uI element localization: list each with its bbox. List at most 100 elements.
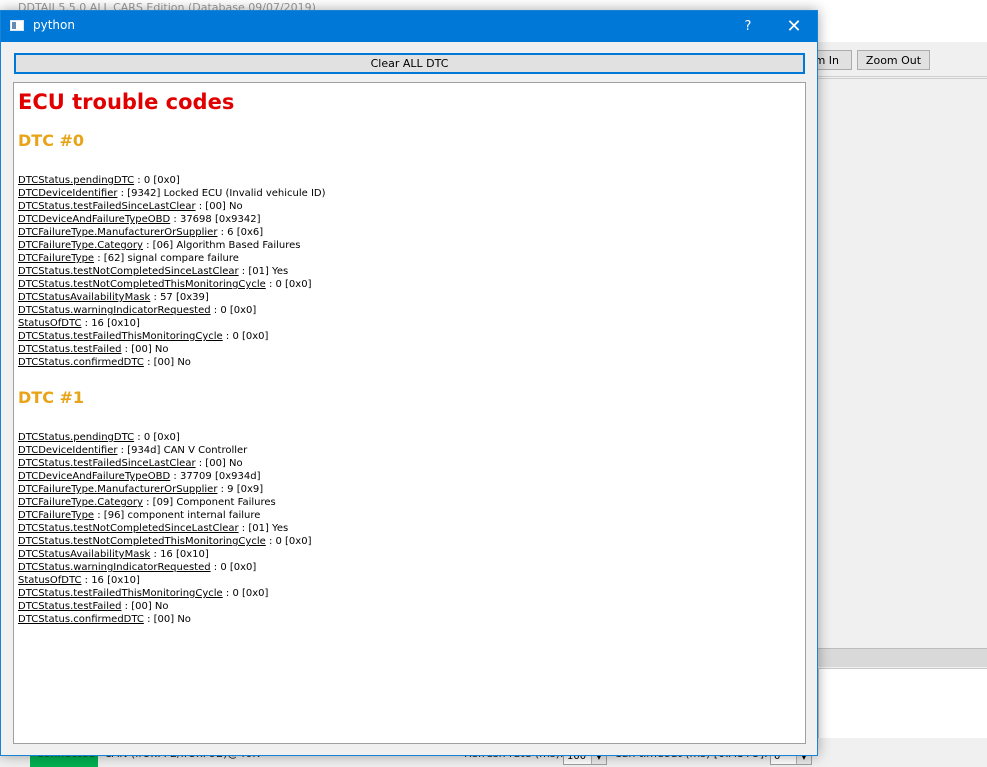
dialog-titlebar[interactable]: python ? ✕ [1,11,817,42]
dtc-field-row: DTCStatusAvailabilityMask : 57 [0x39] [18,291,326,304]
dtc-0-list: DTCStatus.pendingDTC : 0 [0x0] DTCDeviceI… [18,174,326,369]
dtc-field-value: : [96] component internal failure [94,510,261,521]
dtc-field-row: DTCStatus.pendingDTC : 0 [0x0] [18,174,326,187]
dtc-field-link[interactable]: DTCFailureType.ManufacturerOrSupplier [18,484,217,495]
dtc-field-link[interactable]: DTCStatus.testFailedSinceLastClear [18,201,196,212]
dialog-title: python [33,18,75,32]
dtc-field-value: : [01] Yes [238,523,289,534]
dtc-field-link[interactable]: DTCStatus.warningIndicatorRequested [18,562,211,573]
dtc-field-row: DTCStatus.testNotCompletedSinceLastClear… [18,522,311,535]
background-main-panel [818,78,987,647]
dtc-field-value: : 37698 [0x9342] [170,214,261,225]
dtc-field-value: : [00] No [121,344,169,355]
dtc-field-link[interactable]: DTCFailureType [18,253,94,264]
dtc-field-row: StatusOfDTC : 16 [0x10] [18,317,326,330]
dtc-field-value: : [00] No [121,601,169,612]
dtc-field-row: DTCStatus.pendingDTC : 0 [0x0] [18,431,311,444]
dtc-field-link[interactable]: DTCStatus.testFailedThisMonitoringCycle [18,331,223,342]
dtc-field-value: : 16 [0x10] [150,549,209,560]
dtc-field-value: : 0 [0x0] [265,536,312,547]
dtc-field-row: DTCFailureType.Category : [06] Algorithm… [18,239,326,252]
dtc-field-row: DTCStatus.testNotCompletedSinceLastClear… [18,265,326,278]
dtc-field-link[interactable]: DTCStatus.testNotCompletedSinceLastClear [18,266,239,277]
dtc-report-view[interactable]: ECU trouble codes DTC #0 DTCStatus.pendi… [13,82,806,744]
dtc-field-link[interactable]: DTCDeviceIdentifier [18,445,117,456]
dtc-field-link[interactable]: DTCDeviceAndFailureTypeOBD [18,471,170,482]
dtc-field-link[interactable]: DTCStatusAvailabilityMask [18,292,150,303]
dtc-field-link[interactable]: DTCStatus.testFailed [18,601,121,612]
dtc-field-row: DTCDeviceIdentifier : [9342] Locked ECU … [18,187,326,200]
dtc-field-link[interactable]: DTCDeviceIdentifier [18,188,117,199]
help-button[interactable]: ? [725,11,771,42]
dtc-field-row: DTCDeviceIdentifier : [934d] CAN V Contr… [18,444,311,457]
dtc-field-link[interactable]: DTCStatus.testFailedSinceLastClear [18,458,196,469]
dtc-field-row: DTCFailureType : [96] component internal… [18,509,311,522]
dtc-field-value: : [00] No [143,357,191,368]
dtc-field-link[interactable]: DTCStatusAvailabilityMask [18,549,150,560]
dtc-field-row: DTCStatus.testFailedSinceLastClear : [00… [18,457,311,470]
dtc-field-row: DTCStatus.testFailedThisMonitoringCycle … [18,330,326,343]
dtc-field-row: DTCFailureType.ManufacturerOrSupplier : … [18,483,311,496]
dtc-field-row: DTCFailureType.Category : [09] Component… [18,496,311,509]
dtc-field-link[interactable]: DTCStatus.pendingDTC [18,175,134,186]
dtc-field-row: DTCStatus.testFailed : [00] No [18,343,326,356]
dtc-field-row: StatusOfDTC : 16 [0x10] [18,574,311,587]
dtc-field-row: DTCDeviceAndFailureTypeOBD : 37698 [0x93… [18,213,326,226]
dtc-field-link[interactable]: DTCDeviceAndFailureTypeOBD [18,214,170,225]
dtc-field-link[interactable]: DTCFailureType [18,510,94,521]
dtc-field-row: DTCStatus.testFailedThisMonitoringCycle … [18,587,311,600]
dtc-field-value: : [06] Algorithm Based Failures [142,240,301,251]
dtc-field-row: DTCStatus.confirmedDTC : [00] No [18,356,326,369]
dtc-field-row: DTCStatus.testNotCompletedThisMonitoring… [18,278,326,291]
dtc-field-row: DTCFailureType : [62] signal compare fai… [18,252,326,265]
dtc-field-value: : 0 [0x0] [210,562,257,573]
dtc-field-value: : 0 [0x0] [222,588,269,599]
dtc-field-link[interactable]: DTCStatus.confirmedDTC [18,357,144,368]
dtc-field-row: DTCStatus.testFailedSinceLastClear : [00… [18,200,326,213]
dtc-field-link[interactable]: DTCStatus.confirmedDTC [18,614,144,625]
dtc-field-value: : [62] signal compare failure [94,253,239,264]
dtc-field-value: : [00] No [143,614,191,625]
dtc-field-value: : 0 [0x0] [222,331,269,342]
dtc-field-link[interactable]: DTCFailureType.ManufacturerOrSupplier [18,227,217,238]
dtc-field-row: DTCStatus.testFailed : [00] No [18,600,311,613]
zoom-out-button[interactable]: Zoom Out [857,50,930,70]
background-log-area [818,668,987,740]
dtc-field-row: DTCStatus.warningIndicatorRequested : 0 … [18,304,326,317]
close-button[interactable]: ✕ [771,11,817,42]
dtc-field-row: DTCStatus.warningIndicatorRequested : 0 … [18,561,311,574]
background-splitter[interactable] [818,648,987,667]
dtc-field-value: : 16 [0x10] [81,575,140,586]
dtc-field-value: : 6 [0x6] [217,227,264,238]
dtc-1-list: DTCStatus.pendingDTC : 0 [0x0] DTCDeviceI… [18,431,311,626]
dtc-field-link[interactable]: DTCFailureType.Category [18,497,143,508]
dtc-field-link[interactable]: DTCStatus.testNotCompletedThisMonitoring… [18,536,266,547]
dtc-field-value: : 9 [0x9] [217,484,264,495]
clear-all-dtc-button[interactable]: Clear ALL DTC [14,53,805,74]
dtc-field-value: : [09] Component Failures [142,497,276,508]
dtc-field-row: DTCStatus.confirmedDTC : [00] No [18,613,311,626]
report-title: ECU trouble codes [18,90,235,114]
dtc-field-value: : 0 [0x0] [265,279,312,290]
dtc-dialog: python ? ✕ Clear ALL DTC ECU trouble cod… [0,10,818,756]
dtc-heading: DTC #0 [18,131,85,150]
window-app-icon [10,20,24,31]
dtc-field-link[interactable]: DTCStatus.pendingDTC [18,432,134,443]
dtc-field-row: DTCFailureType.ManufacturerOrSupplier : … [18,226,326,239]
dtc-field-value: : 37709 [0x934d] [170,471,261,482]
dtc-field-link[interactable]: DTCStatus.testNotCompletedThisMonitoring… [18,279,266,290]
dtc-field-link[interactable]: DTCFailureType.Category [18,240,143,251]
dtc-heading: DTC #1 [18,388,85,407]
dtc-field-link[interactable]: DTCStatus.testFailedThisMonitoringCycle [18,588,223,599]
dtc-field-row: DTCDeviceAndFailureTypeOBD : 37709 [0x93… [18,470,311,483]
zoom-in-button[interactable]: m In [812,50,852,70]
dtc-field-link[interactable]: StatusOfDTC [18,575,81,586]
dtc-field-link[interactable]: DTCStatus.warningIndicatorRequested [18,305,211,316]
dtc-field-value: : 0 [0x0] [210,305,257,316]
dtc-field-value: : 0 [0x0] [134,432,180,443]
dtc-field-value: : 0 [0x0] [134,175,180,186]
dtc-field-link[interactable]: DTCStatus.testNotCompletedSinceLastClear [18,523,239,534]
dtc-field-value: : [9342] Locked ECU (Invalid vehicule ID… [117,188,326,199]
dtc-field-link[interactable]: DTCStatus.testFailed [18,344,121,355]
dtc-field-link[interactable]: StatusOfDTC [18,318,81,329]
